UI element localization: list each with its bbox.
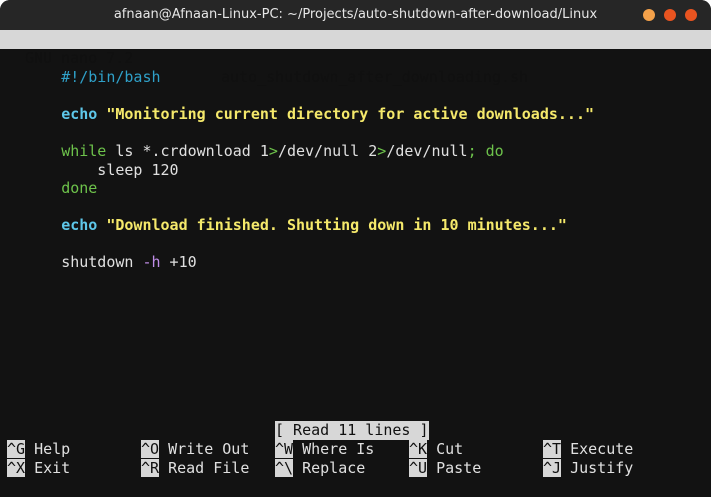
maximize-button[interactable] [664, 9, 676, 21]
code-line-1[interactable]: #!/bin/bash [7, 49, 160, 86]
do-keyword: ; do [467, 142, 504, 160]
shortcut-exit[interactable]: ^X Exit [7, 459, 70, 478]
shebang: #!/bin/bash [61, 68, 161, 86]
echo-string: "Download finished. Shutting down in 10 … [106, 216, 567, 234]
shortcut-key: ^O [141, 440, 160, 458]
shortcut-label: Replace [293, 459, 366, 477]
shortcut-key: ^W [275, 440, 294, 458]
shortcut-key: ^X [7, 459, 26, 477]
shortcut-paste[interactable]: ^U Paste [409, 459, 481, 478]
code-line-11[interactable]: shutdown -h +10 [7, 234, 196, 271]
code-line-7[interactable]: done [7, 160, 97, 197]
code-line-5[interactable]: while ls *.crdownload 1>/dev/null 2>/dev… [7, 123, 504, 160]
shortcut-label: Execute [561, 440, 634, 458]
terminal-window: afnaan@Afnaan-Linux-PC: ~/Projects/auto-… [0, 0, 711, 497]
shortcut-label: Paste [427, 459, 482, 477]
shortcut-cut[interactable]: ^K Cut [409, 440, 463, 459]
shortcut-help[interactable]: ^G Help [7, 440, 70, 459]
shortcut-execute[interactable]: ^T Execute [543, 440, 633, 459]
shortcut-key: ^\ [275, 459, 294, 477]
done-keyword: done [61, 179, 98, 197]
redirect-operator: > [268, 142, 278, 160]
status-message: [ Read 11 lines ] [275, 421, 429, 440]
code-line-3[interactable]: echo "Monitoring current directory for a… [7, 86, 594, 123]
minimize-button[interactable] [643, 9, 655, 21]
terminal-content[interactable]: GNU nano 7.2 auto_shutdown_after_downloa… [0, 30, 711, 497]
shortcut-replace[interactable]: ^\ Replace [275, 459, 365, 478]
window-title: afnaan@Afnaan-Linux-PC: ~/Projects/auto-… [113, 7, 598, 22]
shutdown-argument: +10 [160, 253, 197, 271]
close-button[interactable] [685, 9, 697, 21]
code-line-9[interactable]: echo "Download finished. Shutting down i… [7, 197, 567, 234]
title-bar[interactable]: afnaan@Afnaan-Linux-PC: ~/Projects/auto-… [0, 0, 711, 30]
shortcut-read-file[interactable]: ^R Read File [141, 459, 249, 478]
echo-command: echo [61, 216, 98, 234]
shortcut-key: ^K [409, 440, 428, 458]
shortcut-label: Exit [25, 459, 71, 477]
shortcut-key: ^U [409, 459, 428, 477]
shortcut-label: Read File [159, 459, 250, 477]
shortcut-label: Cut [427, 440, 464, 458]
nano-filename: auto_shutdown_after_downloading.sh [221, 68, 529, 86]
shortcut-key: ^R [141, 459, 160, 477]
code-line-6[interactable]: sleep 120 [7, 142, 178, 179]
echo-string: "Monitoring current directory for active… [106, 105, 595, 123]
shortcut-label: Justify [561, 459, 634, 477]
while-command-part: /dev/null 2 [277, 142, 378, 160]
shortcut-where-is[interactable]: ^W Where Is [275, 440, 374, 459]
shortcut-justify[interactable]: ^J Justify [543, 459, 633, 478]
nano-header-bar: GNU nano 7.2 auto_shutdown_after_downloa… [0, 30, 711, 86]
shortcut-key: ^J [543, 459, 562, 477]
shutdown-command: shutdown [61, 253, 143, 271]
shutdown-flag: -h [142, 253, 161, 271]
redirect-operator: > [377, 142, 387, 160]
shortcut-write-out[interactable]: ^O Write Out [141, 440, 249, 459]
shortcut-label: Where Is [293, 440, 375, 458]
shortcut-key: ^G [7, 440, 26, 458]
shortcut-label: Help [25, 440, 71, 458]
while-command-part: /dev/null [386, 142, 468, 160]
shortcut-key: ^T [543, 440, 562, 458]
echo-command: echo [61, 105, 98, 123]
shortcut-label: Write Out [159, 440, 250, 458]
